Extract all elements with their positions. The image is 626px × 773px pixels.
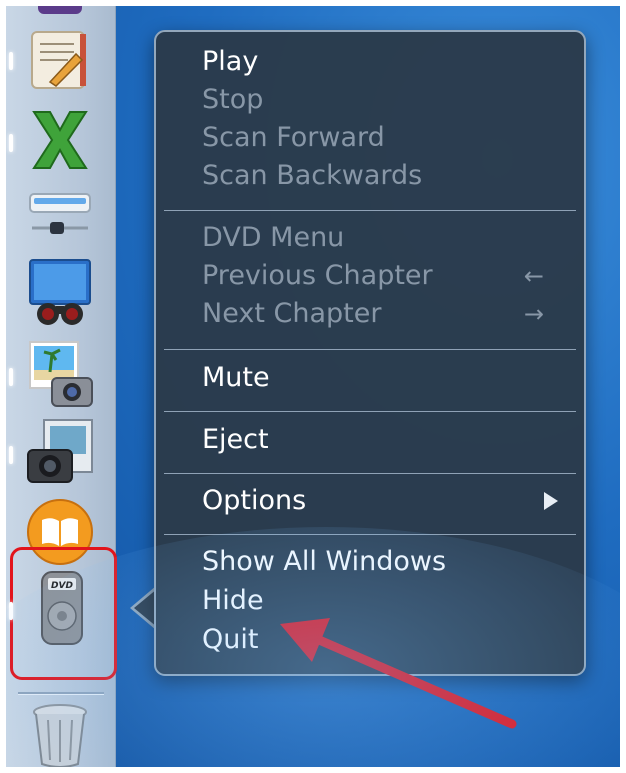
dock-separator xyxy=(18,692,104,695)
menu-item-mute[interactable]: Mute xyxy=(202,360,270,396)
iphoto-icon[interactable] xyxy=(24,338,96,410)
menu-item-previous-chapter: Previous Chapter xyxy=(202,260,433,291)
running-indicator xyxy=(9,446,13,464)
menu-item-stop: Stop xyxy=(202,84,264,115)
menu-item-options[interactable]: Options xyxy=(202,483,306,519)
menu-item-dvd-menu: DVD Menu xyxy=(202,222,345,253)
menu-item-show-all-windows[interactable]: Show All Windows xyxy=(202,544,446,580)
next-chapter-shortcut: → xyxy=(523,300,544,328)
dvd-player-icon[interactable]: DVD xyxy=(26,568,98,645)
menu-item-quit[interactable]: Quit xyxy=(202,622,258,658)
dvd-logo-text: DVD xyxy=(51,581,73,591)
desktop: DVD Play Stop Scan Forward Scan Backward… xyxy=(6,6,620,767)
dvd-player-highlight-box xyxy=(10,547,117,680)
trash-icon[interactable] xyxy=(24,698,96,767)
menu-item-play[interactable]: Play xyxy=(202,44,258,80)
menu-separator xyxy=(164,534,576,535)
menu-item-next-chapter: Next Chapter xyxy=(202,298,382,329)
submenu-arrow-icon xyxy=(544,492,558,510)
menu-separator xyxy=(164,473,576,474)
excel-icon[interactable] xyxy=(24,104,96,176)
dock-context-menu: Play Stop Scan Forward Scan Backwards DV… xyxy=(154,30,586,676)
ibooks-author-icon[interactable] xyxy=(24,24,96,96)
red-annotation-arrow xyxy=(280,618,517,729)
menu-separator xyxy=(164,411,576,412)
dock: DVD xyxy=(6,6,117,767)
menu-pointer-fill xyxy=(134,589,157,627)
menu-pointer xyxy=(130,586,156,630)
image-capture-icon[interactable] xyxy=(24,416,96,488)
menu-item-eject[interactable]: Eject xyxy=(202,422,269,458)
running-indicator xyxy=(9,368,13,386)
partial-app-icon[interactable] xyxy=(24,6,96,16)
running-indicator xyxy=(9,52,13,70)
menu-separator xyxy=(164,349,576,350)
running-indicator xyxy=(9,134,13,152)
menu-item-hide[interactable]: Hide xyxy=(202,583,264,619)
previous-chapter-shortcut: ← xyxy=(523,262,544,290)
preview-icon[interactable] xyxy=(24,256,96,328)
drive-utility-icon[interactable] xyxy=(24,184,96,256)
menu-item-scan-forward: Scan Forward xyxy=(202,122,385,153)
running-indicator xyxy=(9,602,13,620)
menu-separator xyxy=(164,210,576,211)
menu-item-scan-backwards: Scan Backwards xyxy=(202,160,423,191)
